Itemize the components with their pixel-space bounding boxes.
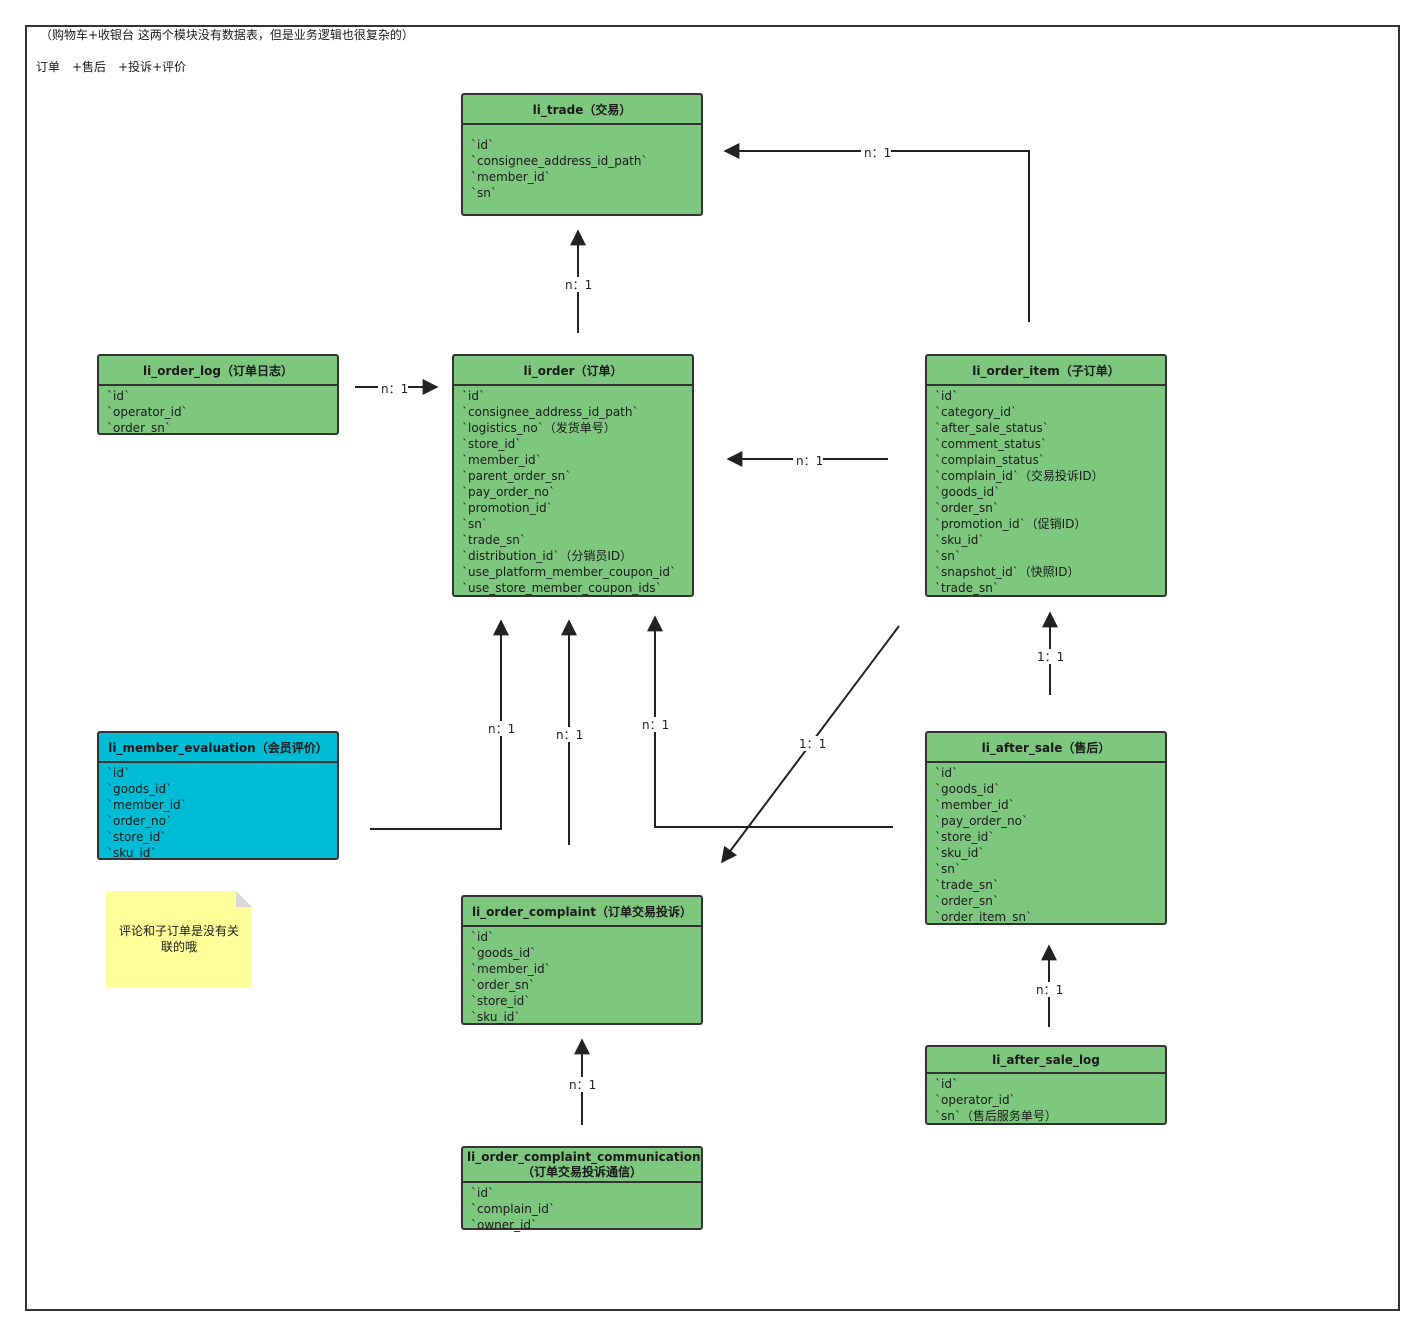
entity-field: `id` [107,389,130,403]
entity-field: `goods_id` [935,485,1001,499]
entity-field: `complain_id`（交易投诉ID） [935,469,1104,483]
label-aftersale-to-item: 1：1 [1037,650,1064,664]
label-complaint-to-order: n：1 [556,728,583,742]
entity-field: `store_id` [935,830,995,844]
entity-field: `promotion_id` [462,501,553,515]
entity-field: `after_sale_status` [935,421,1049,435]
entity-field: `goods_id` [107,782,173,796]
entity-field: `member_id` [471,962,551,976]
entity-field: `order_sn` [935,501,999,515]
entity-field: `order_no` [107,814,172,828]
entity-field: `use_store_member_coupon_ids` [462,581,662,595]
entity-li-after-sale[interactable]: li_after_sale（售后） `id` `goods_id` `membe… [925,731,1167,925]
entity-field: `use_platform_member_coupon_id` [462,565,676,579]
entity-title: li_after_sale_log [927,1047,1165,1074]
entity-field: `operator_id` [107,405,188,419]
entity-field: `consignee_address_id_path` [471,154,648,168]
entity-li-trade[interactable]: li_trade（交易） `id` `consignee_address_id_… [461,93,703,216]
entity-field: `sku_id` [471,1010,521,1024]
entity-field: `sn`（售后服务单号） [935,1109,1057,1123]
entity-li-member-evaluation[interactable]: li_member_evaluation（会员评价） `id` `goods_i… [97,731,339,860]
entity-field: `store_id` [107,830,167,844]
entity-field: `comment_status` [935,437,1047,451]
entity-field: `store_id` [462,437,522,451]
entity-field: `id` [462,389,485,403]
entity-li-order-complaint-communication[interactable]: li_order_complaint_communication（订单交易投诉通… [461,1146,703,1232]
entity-li-order-complaint[interactable]: li_order_complaint（订单交易投诉） `id` `goods_i… [461,895,703,1025]
entity-field: `member_id` [471,170,551,184]
entity-field: `snapshot_id`（快照ID） [935,565,1080,579]
entity-field: `complain_id` [471,1202,555,1216]
entity-field: `id` [471,138,494,152]
sticky-note-text: 评论和子订单是没有关联的哦 [118,924,239,954]
label-item-to-trade: n：1 [864,146,891,160]
entity-title: li_order_log（订单日志） [99,356,337,386]
sticky-note[interactable]: 评论和子订单是没有关联的哦 [106,891,252,987]
entity-field: `sku_id` [935,846,985,860]
entity-field: `sku_id` [935,533,985,547]
entity-field: `member_id` [935,798,1015,812]
entity-field: `parent_order_sn` [462,469,572,483]
link-evaluation-to-order [370,619,509,830]
entity-field: `consignee_address_id_path` [462,405,639,419]
entity-field: `id` [935,766,958,780]
label-evaluation-to-order: n：1 [488,722,515,736]
entity-field: `trade_sn` [935,581,999,595]
entity-field: `sn` [462,517,488,531]
entity-field: `member_id` [462,453,542,467]
label-item-to-order: n：1 [796,454,823,468]
entity-field: `sn` [471,186,497,200]
link-aftersale-to-order [647,615,893,828]
entity-field: `order_sn` [107,421,171,435]
entity-field: `complain_status` [935,453,1045,467]
entity-field: `category_id` [935,405,1017,419]
entity-field: `operator_id` [935,1093,1016,1107]
label-order-to-trade: n：1 [565,278,592,292]
entity-field: `sn` [935,549,961,563]
entity-title: li_member_evaluation（会员评价） [99,733,337,763]
entity-field: `owner_id` [471,1218,538,1232]
entity-title: li_order_complaint_communication（订单交易投诉通… [463,1148,701,1183]
entity-title: li_order_complaint（订单交易投诉） [463,897,701,927]
entity-field: `order_sn` [471,978,535,992]
entity-title: li_order（订单） [454,356,692,386]
label-item-to-complaint: 1：1 [799,737,826,751]
entity-field: `distribution_id`（分销员ID） [462,549,633,563]
entity-field: `trade_sn` [462,533,526,547]
label-log-to-order: n：1 [381,382,408,396]
label-communication-to-complaint: n：1 [569,1078,596,1092]
entity-field: `pay_order_no` [935,814,1029,828]
entity-field: `member_id` [107,798,187,812]
entity-field: `id` [107,766,130,780]
link-item-to-trade [723,143,1030,322]
entity-field: `id` [935,1077,958,1091]
label-aftersale-to-order: n：1 [642,718,669,732]
relationship-lines: n：1 n：1 n：1 n：1 n：1 n：1 n：1 1：1 1：1 n：1 … [355,143,1066,1125]
entity-field: `sku_id` [107,846,157,860]
entity-field: `order_sn` [935,894,999,908]
label-aftersalelog-to-aftersale: n：1 [1036,983,1063,997]
entity-field: `goods_id` [471,946,537,960]
entity-field: `id` [471,930,494,944]
entity-field: `promotion_id`（促销ID） [935,517,1087,531]
entity-li-order-log[interactable]: li_order_log（订单日志） `id` `operator_id` `o… [97,354,339,435]
page-fold-icon [236,891,252,907]
entity-field: `store_id` [471,994,531,1008]
entity-field: `logistics_no`（发货单号） [462,421,616,435]
entity-field: `id` [935,389,958,403]
entity-li-order-item[interactable]: li_order_item（子订单） `id` `category_id` `a… [925,354,1167,597]
entity-title: li_after_sale（售后） [927,733,1165,763]
entity-title: li_trade（交易） [463,95,701,125]
entity-field: `id` [471,1186,494,1200]
entity-field: `trade_sn` [935,878,999,892]
entity-title: li_order_item（子订单） [927,356,1165,386]
entity-field: `pay_order_no` [462,485,556,499]
entity-li-order[interactable]: li_order（订单） `id` `consignee_address_id_… [452,354,694,597]
entity-field: `sn` [935,862,961,876]
entity-field: `order_item_sn` [935,910,1032,924]
entity-field: `goods_id` [935,782,1001,796]
entity-li-after-sale-log[interactable]: li_after_sale_log `id` `operator_id` `sn… [925,1045,1167,1125]
